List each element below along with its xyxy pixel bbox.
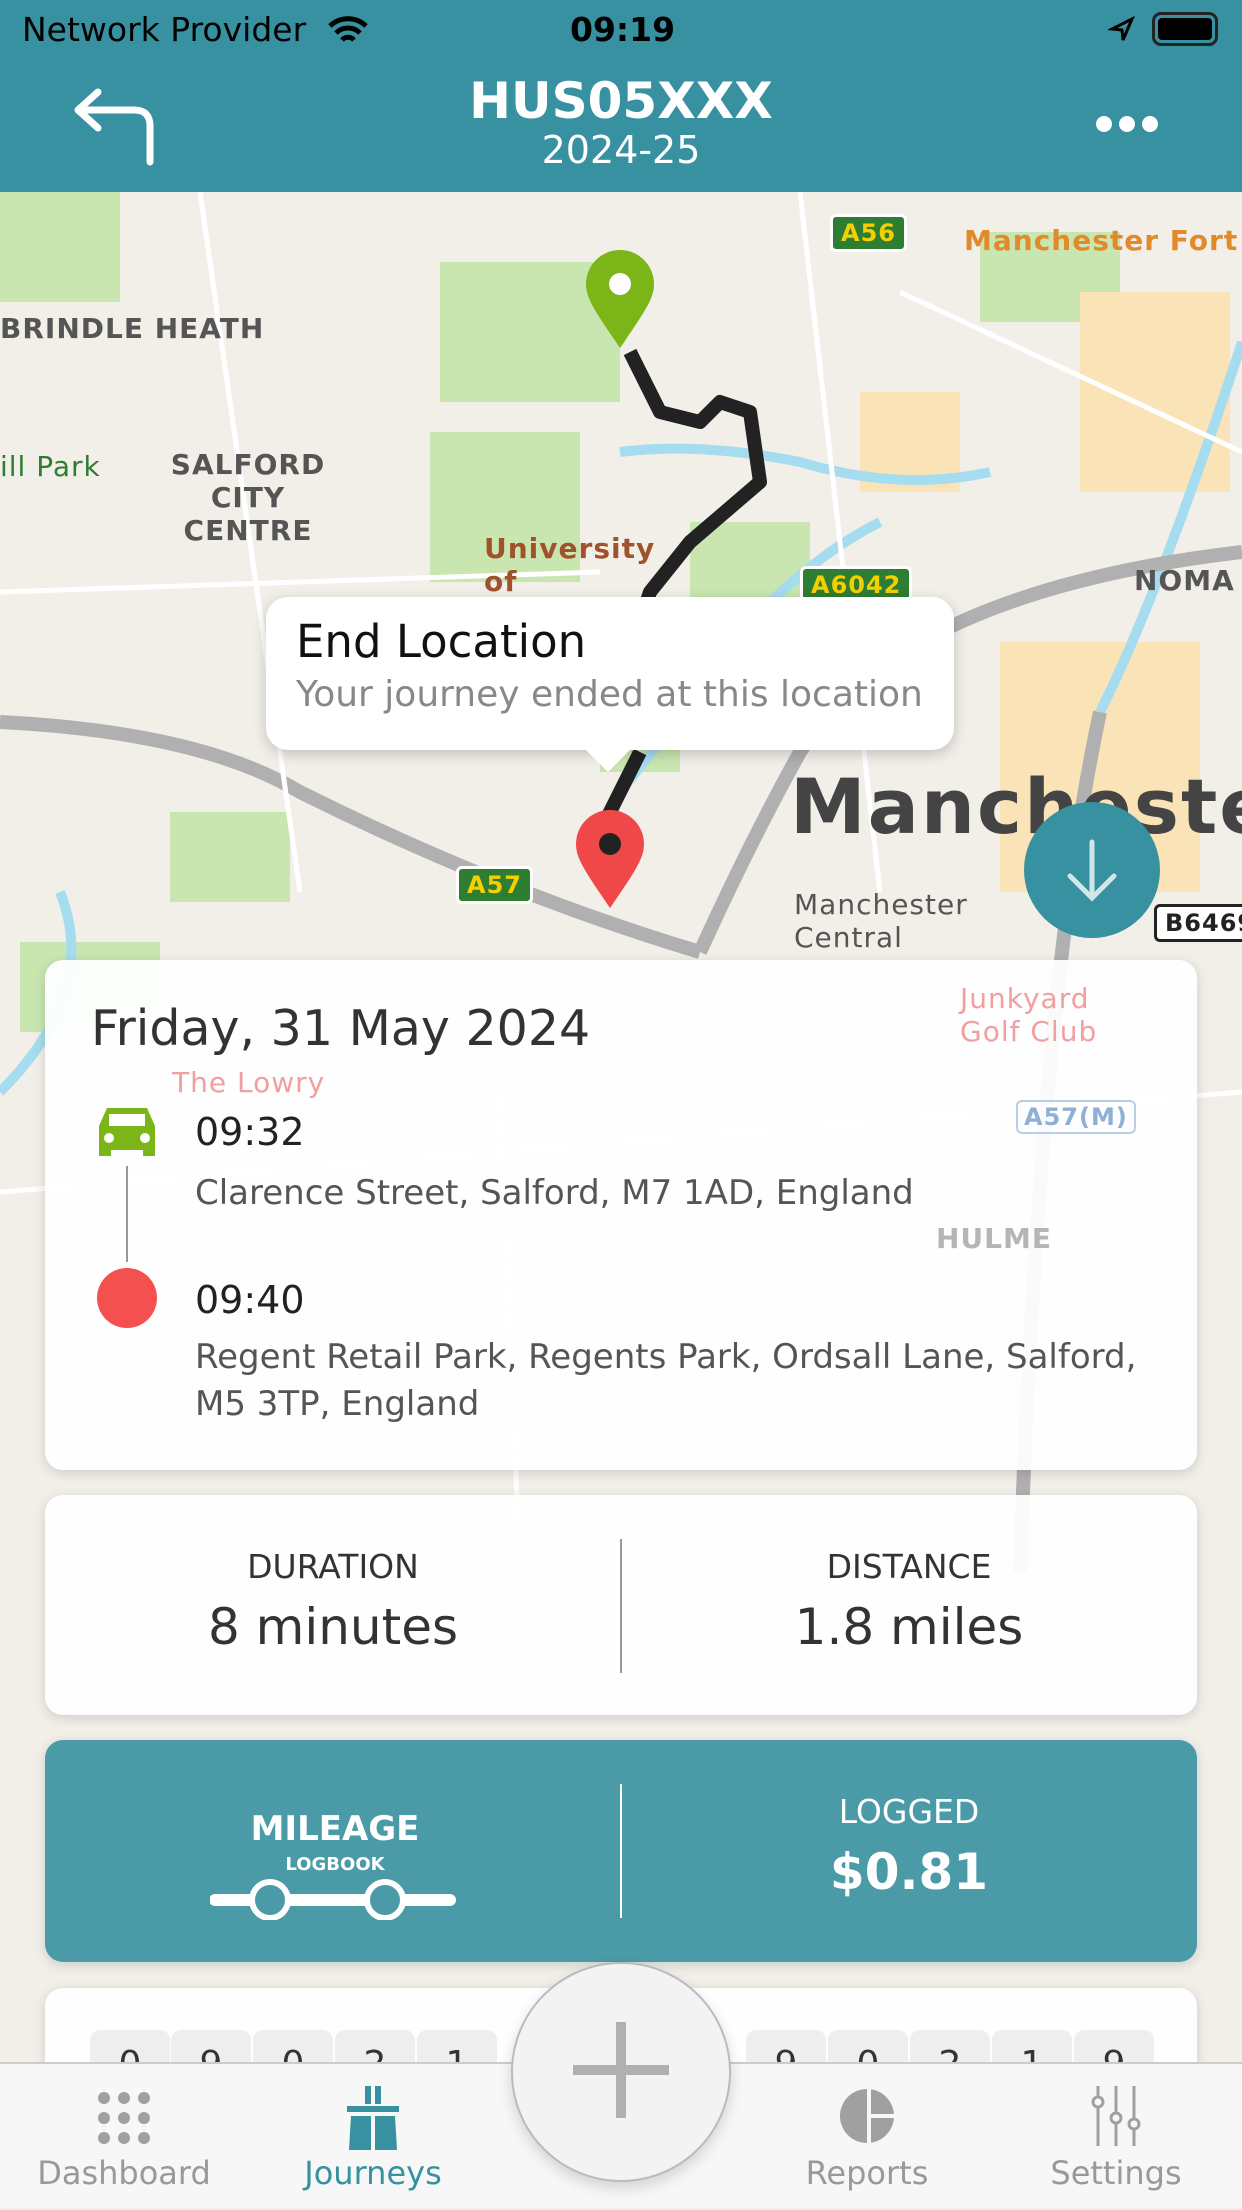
end-dot-icon <box>97 1268 157 1328</box>
end-location-callout: End Location Your journey ended at this … <box>266 597 954 772</box>
grid-dots-icon <box>98 2092 150 2144</box>
stats-card: DURATION 8 minutes DISTANCE 1.8 miles <box>45 1495 1197 1715</box>
start-pin-icon[interactable] <box>584 250 656 350</box>
carrier-label: Network Provider <box>22 10 307 49</box>
tab-label: Settings <box>1050 2154 1182 2192</box>
road-badge: B6469 <box>1154 904 1242 942</box>
motorway-icon <box>347 2086 399 2150</box>
map-label: Manchester <box>790 762 1242 851</box>
logged-label: LOGGED <box>838 1792 980 1831</box>
add-journey-button[interactable] <box>511 1962 731 2182</box>
tab-label: Dashboard <box>37 2154 211 2192</box>
logged-value: $0.81 <box>829 1843 989 1901</box>
distance-label: DISTANCE <box>826 1547 992 1586</box>
map-label: NOMA <box>1134 564 1235 597</box>
end-pin-icon[interactable] <box>574 810 646 910</box>
tab-dashboard[interactable]: Dashboard <box>14 2064 234 2210</box>
journey-details-card: Friday, 31 May 2024 09:32 Clarence Stree… <box>45 960 1197 1470</box>
map-label: Manchester Fort <box>964 224 1239 257</box>
battery-icon <box>1152 12 1218 46</box>
pie-chart-icon <box>840 2086 895 2146</box>
sliders-icon <box>1091 2086 1141 2146</box>
tab-label: Reports <box>805 2154 929 2192</box>
distance-value: 1.8 miles <box>794 1598 1024 1656</box>
logo-top: MILEAGE <box>251 1809 420 1849</box>
map-label: BRINDLE HEATH <box>0 312 265 345</box>
more-options-icon[interactable] <box>1094 114 1160 134</box>
logo-bottom: LOGBOOK <box>285 1854 385 1875</box>
tab-reports[interactable]: Reports <box>757 2064 977 2210</box>
road-badge: A56 <box>830 214 907 252</box>
mileage-card: MILEAGE LOGBOOK LOGGED $0.81 <box>45 1740 1197 1962</box>
location-arrow-icon <box>1108 16 1135 41</box>
callout-subtitle: Your journey ended at this location <box>296 674 923 715</box>
map-label: SALFORD CITY CENTRE <box>170 448 326 547</box>
start-address: Clarence Street, Salford, M7 1AD, Englan… <box>195 1173 914 1213</box>
mileage-logbook-logo: MILEAGE LOGBOOK <box>210 1809 456 1920</box>
vehicle-title: HUS05XXX <box>469 72 773 130</box>
down-arrow-icon <box>1067 839 1117 902</box>
end-address: Regent Retail Park, Regents Park, Ordsal… <box>195 1337 1137 1424</box>
callout-title: End Location <box>296 615 587 668</box>
map-label: Manchester Central <box>794 888 968 954</box>
duration-value: 8 minutes <box>207 1598 459 1656</box>
journey-date: Friday, 31 May 2024 <box>91 1000 591 1057</box>
wifi-icon <box>328 16 368 42</box>
start-time: 09:32 <box>195 1110 305 1154</box>
timeline-connector <box>126 1166 128 1262</box>
tab-journeys[interactable]: Journeys <box>263 2064 483 2210</box>
road-badge: A57 <box>456 866 533 904</box>
nav-header: Network Provider 09:19 HUS05XXX 2024-25 <box>0 0 1242 192</box>
car-icon <box>99 1108 155 1156</box>
tab-label: Journeys <box>304 2154 442 2192</box>
plus-icon <box>573 2022 669 2118</box>
tax-year-subtitle: 2024-25 <box>541 128 701 172</box>
tab-settings[interactable]: Settings <box>1006 2064 1226 2210</box>
end-time: 09:40 <box>195 1278 305 1322</box>
duration-label: DURATION <box>247 1547 419 1586</box>
download-button[interactable] <box>1024 802 1160 938</box>
map-label: ill Park <box>0 450 101 483</box>
clock: 09:19 <box>570 10 676 49</box>
